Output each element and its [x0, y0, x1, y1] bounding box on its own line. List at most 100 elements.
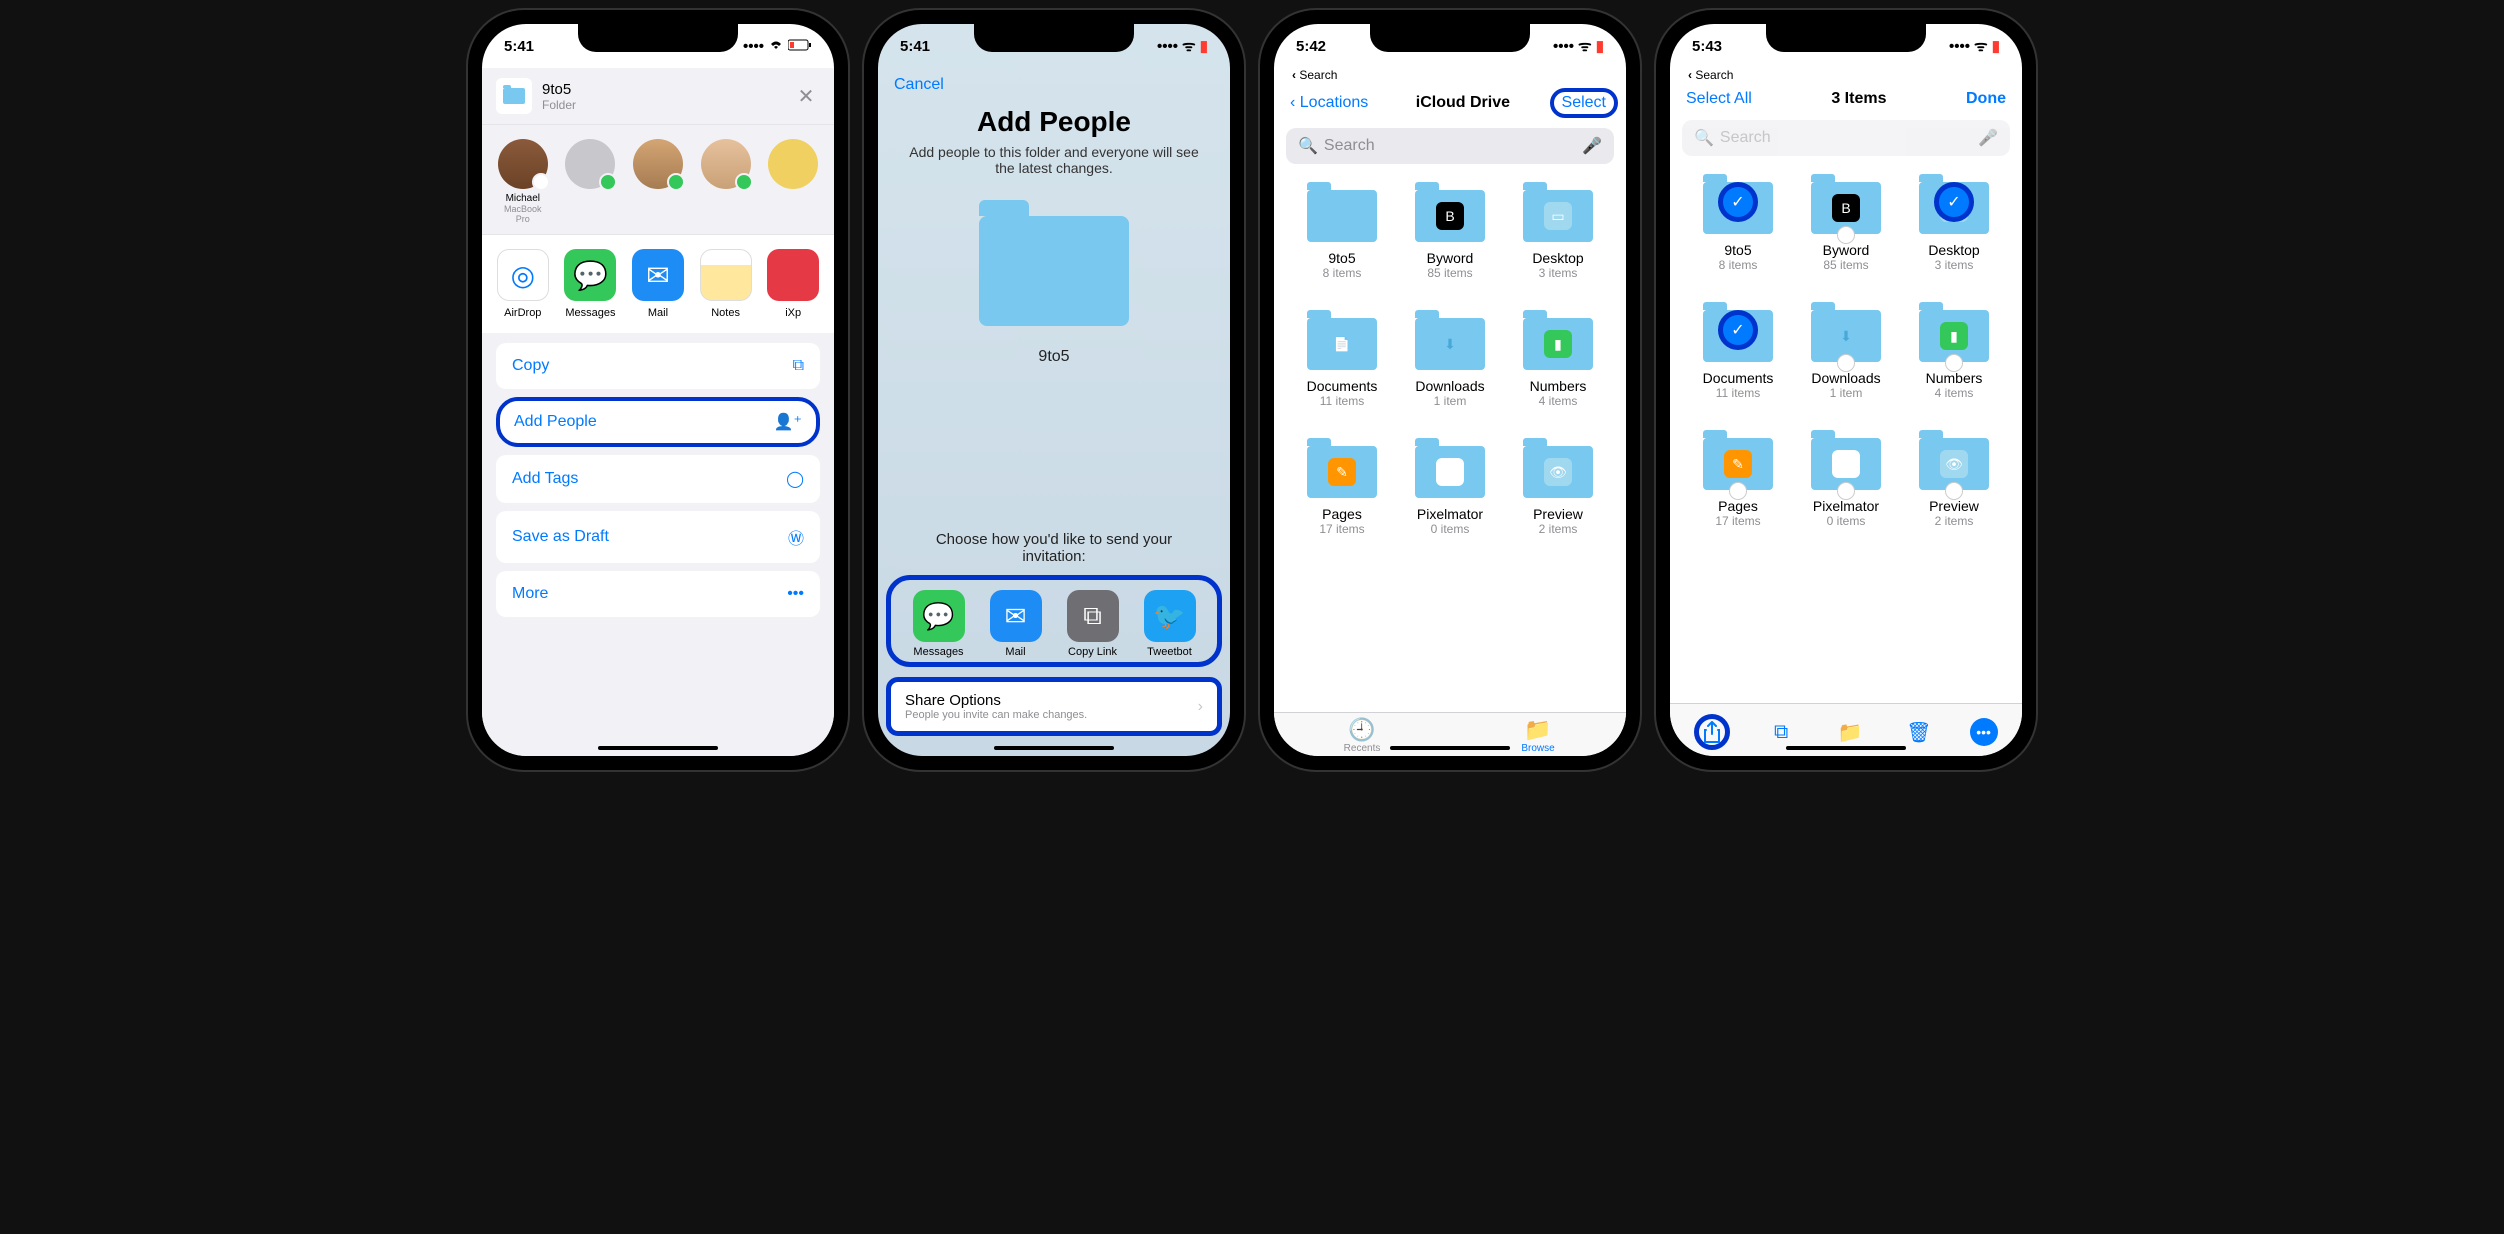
- folder-icon: ⬇: [1415, 318, 1485, 370]
- folder-item[interactable]: BByword85 items: [1400, 190, 1500, 280]
- contact-item[interactable]: [631, 139, 685, 224]
- home-indicator[interactable]: [598, 746, 718, 750]
- action-more[interactable]: More•••: [496, 571, 820, 617]
- folder-item[interactable]: BByword85 items: [1796, 182, 1896, 272]
- folder-name: Documents: [1307, 378, 1378, 394]
- more-button[interactable]: •••: [1970, 718, 1998, 746]
- contact-item[interactable]: [564, 139, 618, 224]
- cancel-button[interactable]: Cancel: [878, 68, 1230, 102]
- folder-count: 8 items: [1719, 258, 1758, 272]
- contact-item[interactable]: [699, 139, 753, 224]
- invite-messages[interactable]: 💬Messages: [913, 590, 965, 658]
- chevron-right-icon: ›: [1198, 698, 1203, 716]
- notch: [974, 24, 1134, 52]
- clock-icon: 🕘: [1348, 719, 1375, 741]
- folder-icon: ▮: [1523, 318, 1593, 370]
- wifi-icon: ᯤ: [1974, 36, 1988, 56]
- nav-title: 3 Items: [1831, 90, 1886, 108]
- folder-item[interactable]: ✓▭Desktop3 items: [1904, 182, 2004, 272]
- folder-icon: 📁: [1524, 719, 1551, 741]
- folder-count: 11 items: [1716, 386, 1760, 400]
- status-time: 5:41: [504, 38, 534, 55]
- folder-name: Pages: [1718, 498, 1758, 514]
- share-item-title: 9to5: [542, 81, 576, 98]
- more-icon: •••: [787, 585, 804, 603]
- unselected-circle-icon: [1945, 354, 1963, 372]
- notch: [1766, 24, 1926, 52]
- action-copy[interactable]: Copy⧉: [496, 343, 820, 389]
- folder-item[interactable]: 🖌Pixelmator0 items: [1400, 446, 1500, 536]
- share-button[interactable]: [1694, 714, 1730, 750]
- search-input[interactable]: 🔍 Search 🎤: [1286, 128, 1614, 164]
- duplicate-button[interactable]: ⧉: [1763, 714, 1799, 750]
- mic-icon[interactable]: 🎤: [1582, 136, 1602, 156]
- folder-item[interactable]: 👁Preview2 items: [1508, 446, 1608, 536]
- folder-item[interactable]: ⬇Downloads1 item: [1400, 318, 1500, 408]
- action-save-draft[interactable]: Save as DraftⓌ: [496, 511, 820, 563]
- back-to-search[interactable]: Search: [1670, 68, 2022, 84]
- folder-count: 0 items: [1431, 522, 1470, 536]
- invite-mail[interactable]: ✉Mail: [990, 590, 1042, 658]
- folder-item[interactable]: ▮Numbers4 items: [1508, 318, 1608, 408]
- delete-button[interactable]: 🗑: [1901, 714, 1937, 750]
- folder-item[interactable]: 🖌Pixelmator0 items: [1796, 438, 1896, 528]
- select-button[interactable]: Select: [1550, 88, 1618, 118]
- battery-low-icon: ▮: [1596, 37, 1604, 55]
- folder-item[interactable]: 👁Preview2 items: [1904, 438, 2004, 528]
- back-locations[interactable]: ‹ Locations: [1290, 94, 1368, 112]
- folder-name: Pages: [1322, 506, 1362, 522]
- folder-item[interactable]: ✓📄Documents11 items: [1688, 310, 1788, 400]
- battery-low-icon: ▮: [1200, 37, 1208, 55]
- folder-icon: ▭: [1523, 190, 1593, 242]
- folder-item[interactable]: 📄 Documents11 items: [1292, 318, 1392, 408]
- home-indicator[interactable]: [994, 746, 1114, 750]
- share-options-row[interactable]: Share Options People you invite can make…: [886, 677, 1222, 736]
- signal-icon: ••••: [1949, 38, 1970, 55]
- share-options-title: Share Options: [905, 692, 1087, 709]
- checkmark-icon: ✓: [1934, 182, 1974, 222]
- invite-tweetbot[interactable]: 🐦Tweetbot: [1144, 590, 1196, 658]
- files-grid: 9to58 itemsBByword85 items▭Desktop3 item…: [1274, 170, 1626, 556]
- home-indicator[interactable]: [1786, 746, 1906, 750]
- move-button[interactable]: 📁: [1832, 714, 1868, 750]
- status-time: 5:43: [1692, 38, 1722, 55]
- folder-item[interactable]: ✎Pages17 items: [1688, 438, 1788, 528]
- folder-name: Desktop: [1928, 242, 1979, 258]
- app-airdrop[interactable]: ◎AirDrop: [496, 249, 550, 319]
- contact-item[interactable]: [766, 139, 820, 224]
- app-notes[interactable]: Notes: [699, 249, 753, 319]
- invite-instruction: Choose how you'd like to send your invit…: [878, 517, 1230, 575]
- search-placeholder: Search: [1720, 129, 1771, 147]
- search-icon: 🔍: [1298, 136, 1318, 156]
- folder-icon: ✎: [1307, 446, 1377, 498]
- folder-item[interactable]: ▮Numbers4 items: [1904, 310, 2004, 400]
- folder-name: Preview: [1533, 506, 1583, 522]
- home-indicator[interactable]: [1390, 746, 1510, 750]
- folder-item[interactable]: 9to58 items: [1292, 190, 1392, 280]
- search-icon: 🔍: [1694, 128, 1714, 148]
- folder-item[interactable]: ⬇Downloads1 item: [1796, 310, 1896, 400]
- folder-count: 11 items: [1320, 394, 1364, 408]
- status-time: 5:41: [900, 38, 930, 55]
- folder-item[interactable]: ✎Pages17 items: [1292, 446, 1392, 536]
- folder-item[interactable]: ▭Desktop3 items: [1508, 190, 1608, 280]
- action-add-tags[interactable]: Add Tags◯: [496, 455, 820, 503]
- share-options-subtitle: People you invite can make changes.: [905, 709, 1087, 721]
- folder-icon: B: [1415, 190, 1485, 242]
- app-mail[interactable]: ✉Mail: [631, 249, 685, 319]
- unselected-circle-icon: [1837, 482, 1855, 500]
- contact-michael[interactable]: Michael MacBook Pro: [496, 139, 550, 224]
- unselected-circle-icon: [1729, 482, 1747, 500]
- folder-name-label: 9to5: [878, 334, 1230, 390]
- app-other[interactable]: iXp: [766, 249, 820, 319]
- select-all-button[interactable]: Select All: [1686, 90, 1752, 108]
- action-add-people[interactable]: Add People👤⁺: [496, 397, 820, 447]
- folder-icon: 📄: [1307, 318, 1377, 370]
- close-icon[interactable]: ✕: [792, 84, 820, 109]
- invite-copy-link[interactable]: ⧉Copy Link: [1067, 590, 1119, 658]
- back-to-search[interactable]: Search: [1274, 68, 1626, 84]
- folder-item[interactable]: ✓9to58 items: [1688, 182, 1788, 272]
- app-messages[interactable]: 💬Messages: [564, 249, 618, 319]
- done-button[interactable]: Done: [1966, 90, 2006, 108]
- mic-icon: 🎤: [1978, 128, 1998, 148]
